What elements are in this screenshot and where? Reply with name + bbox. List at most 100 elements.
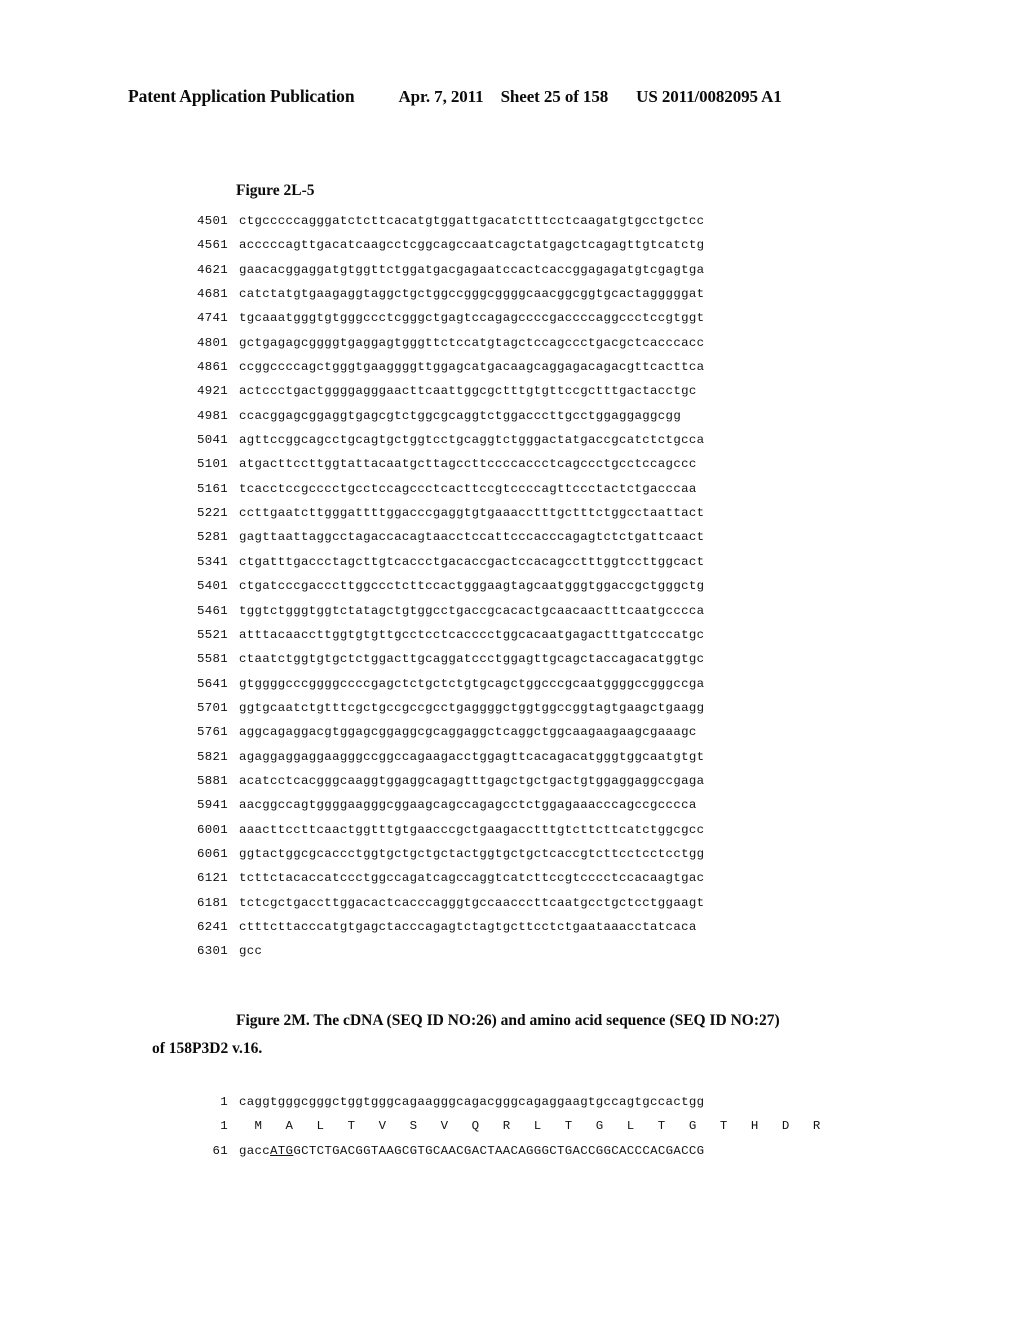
sequence-line-number: 6001 xyxy=(196,822,228,837)
sequence-line: 1 caggtgggcgggctggtgggcagaagggcagacgggcag… xyxy=(176,1090,821,1114)
figure-2L-5-sequence-block: 4501 ctgcccccagggatctcttcacatgtggattgacat… xyxy=(176,209,704,964)
sequence-line: 5941 aacggccagtggggaagggcggaagcagccagagcc… xyxy=(176,793,704,817)
sequence-line: 6061 ggtactggcgcaccctggtgctgctgctactggtgc… xyxy=(176,842,704,866)
figure-2M-caption: Figure 2M. The cDNA (SEQ ID NO:26) and a… xyxy=(152,1007,882,1063)
sequence-line-number: 5881 xyxy=(196,773,228,788)
sequence-line-number: 4921 xyxy=(196,384,228,399)
header-sheet-number: Sheet 25 of 158 xyxy=(500,87,609,106)
sequence-line-number: 5101 xyxy=(196,457,228,472)
sequence-line: 4561 acccccagttgacatcaagcctcggcagccaatcag… xyxy=(176,233,704,257)
sequence-line-bases: ggtactggcgcaccctggtgctgctgctactggtgctgct… xyxy=(239,846,705,861)
sequence-line-number: 4561 xyxy=(196,238,228,253)
sequence-line-number: 4861 xyxy=(196,360,228,375)
amino-acid-line-number: 1 xyxy=(220,1119,228,1134)
figure-2M-caption-line-1: Figure 2M. The cDNA (SEQ ID NO:26) and a… xyxy=(236,1012,780,1029)
sequence-line-number: 5281 xyxy=(196,530,228,545)
sequence-line-number: 4741 xyxy=(196,311,228,326)
sequence-line: 5521 atttacaaccttggtgtgttgcctcctcacccctgg… xyxy=(176,623,704,647)
sequence-line: 61 gaccATGGCTCTGACGGTAAGCGTGCAACGACTAACAG… xyxy=(176,1139,821,1163)
sequence-line-bases: ccttgaatcttgggattttggacccgaggtgtgaaacctt… xyxy=(239,506,705,521)
sequence-line: 5581 ctaatctggtgtgctctggacttgcaggatccctgg… xyxy=(176,647,704,671)
sequence-line-bases: tcacctccgcccctgcctccagccctcacttccgtcccca… xyxy=(239,481,697,496)
sequence-line-number: 4981 xyxy=(196,408,228,423)
sequence-line: 5161 tcacctccgcccctgcctccagccctcacttccgtc… xyxy=(176,477,704,501)
sequence-line-bases: gctgagagcggggtgaggagtgggttctccatgtagctcc… xyxy=(239,335,705,350)
sequence-line-bases: atgacttccttggtattacaatgcttagccttccccaccc… xyxy=(239,457,697,472)
sequence-line: 4921 actccctgactggggagggaacttcaattggcgctt… xyxy=(176,379,704,403)
amino-acid-line: 1 M A L T V S V Q R L T G L T G T H D R xyxy=(176,1114,821,1138)
sequence-bases-prefix: gacc xyxy=(239,1143,271,1158)
patent-page: Patent Application Publication Apr. 7, 2… xyxy=(0,0,1024,1320)
sequence-line: 5821 agaggaggaggaagggccggccagaagacctggagt… xyxy=(176,745,704,769)
sequence-line-number: 5941 xyxy=(196,798,228,813)
sequence-line: 5701 ggtgcaatctgtttcgctgccgccgcctgaggggct… xyxy=(176,696,704,720)
sequence-line-number: 61 xyxy=(212,1143,228,1158)
sequence-line: 5761 aggcagaggacgtggagcggaggcgcaggaggctca… xyxy=(176,720,704,744)
sequence-line-bases: agaggaggaggaagggccggccagaagacctggagttcac… xyxy=(239,749,705,764)
sequence-line: 4501 ctgcccccagggatctcttcacatgtggattgacat… xyxy=(176,209,704,233)
sequence-line-number: 5641 xyxy=(196,676,228,691)
sequence-line: 5641 gtggggcccggggccccgagctctgctctgtgcagc… xyxy=(176,672,704,696)
sequence-line-number: 5041 xyxy=(196,433,228,448)
sequence-line: 4621 gaacacggaggatgtggttctggatgacgagaatcc… xyxy=(176,258,704,282)
sequence-line-bases: actccctgactggggagggaacttcaattggcgctttgtg… xyxy=(239,384,697,399)
header-publication-date: Apr. 7, 2011 xyxy=(398,87,484,106)
sequence-line-number: 5521 xyxy=(196,627,228,642)
sequence-line-number: 4621 xyxy=(196,262,228,277)
sequence-line: 4861 ccggccccagctgggtgaaggggttggagcatgaca… xyxy=(176,355,704,379)
sequence-line: 5341 ctgatttgaccctagcttgtcaccctgacaccgact… xyxy=(176,550,704,574)
sequence-line-bases: acccccagttgacatcaagcctcggcagccaatcagctat… xyxy=(239,238,705,253)
sequence-line-number: 4681 xyxy=(196,287,228,302)
sequence-line: 4681 catctatgtgaagaggtaggctgctggccgggcggg… xyxy=(176,282,704,306)
sequence-line: 6121 tcttctacaccatccctggccagatcagccaggtca… xyxy=(176,866,704,890)
page-header: Patent Application Publication Apr. 7, 2… xyxy=(128,86,896,107)
sequence-line: 4741 tgcaaatgggtgtgggccctcgggctgagtccagag… xyxy=(176,306,704,330)
figure-2M-caption-line-2: of 158P3D2 v.16. xyxy=(152,1040,263,1057)
amino-acid-residues: M A L T V S V Q R L T G L T G T H D R xyxy=(239,1119,821,1134)
sequence-line-number: 5761 xyxy=(196,725,228,740)
sequence-bases-suffix: GCTCTGACGGTAAGCGTGCAACGACTAACAGGGCTGACCG… xyxy=(293,1143,705,1158)
sequence-line-number: 6241 xyxy=(196,919,228,934)
sequence-line: 5461 tggtctgggtggtctatagctgtggcctgaccgcac… xyxy=(176,599,704,623)
sequence-line: 5101 atgacttccttggtattacaatgcttagccttcccc… xyxy=(176,452,704,476)
sequence-line-bases: gaacacggaggatgtggttctggatgacgagaatccactc… xyxy=(239,262,705,277)
sequence-line-bases: caggtgggcgggctggtgggcagaagggcagacgggcaga… xyxy=(239,1095,705,1109)
sequence-line: 5041 agttccggcagcctgcagtgctggtcctgcaggtct… xyxy=(176,428,704,452)
sequence-line-bases: gcc xyxy=(239,944,263,959)
sequence-line-number: 5701 xyxy=(196,700,228,715)
sequence-line-bases: ggtgcaatctgtttcgctgccgccgcctgaggggctggtg… xyxy=(239,700,705,715)
sequence-line-bases: tctcgctgaccttggacactcacccagggtgccaaccctt… xyxy=(239,895,705,910)
sequence-line-number: 6121 xyxy=(196,871,228,886)
header-publication-title: Patent Application Publication xyxy=(128,86,355,106)
sequence-line-bases: ctaatctggtgtgctctggacttgcaggatccctggagtt… xyxy=(239,652,705,667)
sequence-line: 5281 gagttaattaggcctagaccacagtaacctccattc… xyxy=(176,525,704,549)
sequence-line-bases: ctgcccccagggatctcttcacatgtggattgacatcttt… xyxy=(239,214,705,228)
sequence-line: 6181 tctcgctgaccttggacactcacccagggtgccaac… xyxy=(176,891,704,915)
sequence-line: 5881 acatcctcacgggcaaggtggaggcagagtttgagc… xyxy=(176,769,704,793)
sequence-line: 5221 ccttgaatcttgggattttggacccgaggtgtgaaa… xyxy=(176,501,704,525)
sequence-line-number: 6181 xyxy=(196,895,228,910)
sequence-line-number: 5161 xyxy=(196,481,228,496)
sequence-line-number: 5341 xyxy=(196,554,228,569)
sequence-line-number: 4501 xyxy=(196,214,228,228)
sequence-line-bases: agttccggcagcctgcagtgctggtcctgcaggtctggga… xyxy=(239,433,705,448)
sequence-line-number: 4801 xyxy=(196,335,228,350)
figure-2M-sequence-block: 1 caggtgggcgggctggtgggcagaagggcagacgggcag… xyxy=(176,1090,821,1163)
sequence-line: 6001 aaacttccttcaactggtttgtgaacccgctgaaga… xyxy=(176,818,704,842)
sequence-line-bases: tggtctgggtggtctatagctgtggcctgaccgcacactg… xyxy=(239,603,705,618)
sequence-line-bases: aacggccagtggggaagggcggaagcagccagagcctctg… xyxy=(239,798,697,813)
sequence-line-bases: atttacaaccttggtgtgttgcctcctcacccctggcaca… xyxy=(239,627,705,642)
sequence-line-bases: gagttaattaggcctagaccacagtaacctccattcccac… xyxy=(239,530,705,545)
sequence-line-number: 5821 xyxy=(196,749,228,764)
sequence-line: 4981 ccacggagcggaggtgagcgtctggcgcaggtctgg… xyxy=(176,404,704,428)
header-patent-number: US 2011/0082095 A1 xyxy=(636,87,782,106)
sequence-line: 6301 gcc xyxy=(176,939,704,963)
sequence-line-number: 1 xyxy=(220,1095,228,1109)
sequence-line-bases: catctatgtgaagaggtaggctgctggccgggcggggcaa… xyxy=(239,287,705,302)
sequence-line: 6241 ctttcttacccatgtgagctacccagagtctagtgc… xyxy=(176,915,704,939)
start-codon-atg: ATG xyxy=(270,1143,294,1158)
sequence-line-number: 6061 xyxy=(196,846,228,861)
sequence-line-bases: ccacggagcggaggtgagcgtctggcgcaggtctggaccc… xyxy=(239,408,682,423)
figure-2L-5-label: Figure 2L-5 xyxy=(236,182,315,199)
sequence-line-number: 5461 xyxy=(196,603,228,618)
